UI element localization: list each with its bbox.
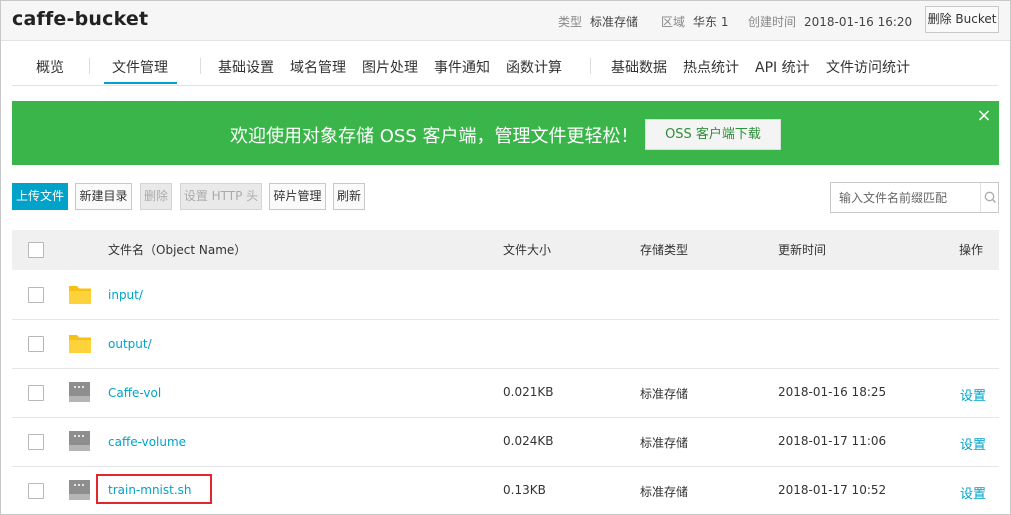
type-value: 标准存储: [590, 15, 639, 29]
updated-time: 2018-01-17 11:06: [778, 434, 887, 448]
active-tab-indicator: [104, 82, 177, 84]
tab-divider: [590, 58, 591, 74]
settings-link[interactable]: 设置: [960, 434, 986, 453]
settings-link[interactable]: 设置: [960, 385, 986, 404]
tab-image-processing[interactable]: 图片处理: [362, 57, 418, 77]
delete-bucket-button[interactable]: 删除 Bucket: [925, 6, 999, 33]
banner-text: 欢迎使用对象存储 OSS 客户端，管理文件更轻松！: [230, 126, 639, 147]
file-name-link[interactable]: caffe-volume: [108, 435, 186, 449]
file-icon: [68, 381, 92, 403]
bucket-type: 类型 标准存储: [558, 13, 638, 30]
client-promo-banner: 欢迎使用对象存储 OSS 客户端，管理文件更轻松！ OSS 客户端下载 ×: [12, 101, 999, 165]
table-row: caffe-volume 0.024KB 标准存储 2018-01-17 11:…: [12, 418, 999, 467]
set-http-header-button[interactable]: 设置 HTTP 头: [180, 183, 262, 210]
row-checkbox[interactable]: [28, 287, 44, 303]
search-icon: [984, 191, 996, 203]
header-bar: caffe-bucket 类型 标准存储 区域 华东 1 创建时间 2018-01-1…: [1, 1, 1010, 41]
folder-icon: [68, 332, 92, 354]
delete-button[interactable]: 删除: [140, 183, 172, 210]
search-input[interactable]: [831, 183, 979, 212]
column-header-size: 文件大小: [503, 243, 552, 257]
file-name-link[interactable]: output/: [108, 337, 152, 351]
tab-event-notification[interactable]: 事件通知: [434, 57, 490, 77]
folder-icon: [68, 283, 92, 305]
new-directory-button[interactable]: 新建目录: [75, 183, 132, 210]
row-checkbox[interactable]: [28, 385, 44, 401]
search-button[interactable]: [980, 183, 998, 212]
tab-file-management[interactable]: 文件管理: [112, 57, 168, 77]
tab-overview[interactable]: 概览: [36, 57, 64, 77]
tab-api-stats[interactable]: API 统计: [755, 57, 810, 77]
close-icon[interactable]: ×: [975, 107, 993, 125]
updated-time: 2018-01-17 10:52: [778, 483, 887, 497]
bucket-created: 创建时间 2018-01-16 16:20: [748, 13, 912, 30]
storage-class: 标准存储: [640, 485, 689, 499]
table-row: input/: [12, 271, 999, 320]
column-header-updated: 更新时间: [778, 243, 827, 257]
storage-class: 标准存储: [640, 436, 689, 450]
created-label: 创建时间: [748, 15, 797, 29]
file-icon: [68, 430, 92, 452]
tab-domain-management[interactable]: 域名管理: [290, 57, 346, 77]
file-name-link[interactable]: train-mnist.sh: [108, 483, 192, 497]
table-row: train-mnist.sh 0.13KB 标准存储 2018-01-17 10…: [12, 467, 999, 515]
row-checkbox[interactable]: [28, 483, 44, 499]
file-name-link[interactable]: input/: [108, 288, 143, 302]
file-size: 0.021KB: [503, 385, 554, 399]
tab-basic-settings[interactable]: 基础设置: [218, 57, 274, 77]
file-icon: [68, 479, 92, 501]
bucket-name: caffe-bucket: [12, 8, 149, 30]
tab-hotspot-stats[interactable]: 热点统计: [683, 57, 739, 77]
tab-file-access-stats[interactable]: 文件访问统计: [826, 57, 910, 77]
type-label: 类型: [558, 15, 583, 29]
bucket-region: 区域 华东 1: [661, 13, 728, 30]
select-all-checkbox[interactable]: [28, 242, 44, 258]
upload-file-button[interactable]: 上传文件: [12, 183, 68, 210]
tab-bar: 概览 文件管理 基础设置 域名管理 图片处理 事件通知 函数计算 基础数据 热点…: [12, 42, 998, 86]
row-checkbox[interactable]: [28, 336, 44, 352]
created-value: 2018-01-16 16:20: [804, 15, 913, 29]
updated-time: 2018-01-16 18:25: [778, 385, 887, 399]
table-row: output/: [12, 320, 999, 369]
file-table-header: 文件名（Object Name） 文件大小 存储类型 更新时间 操作: [12, 230, 999, 270]
refresh-button[interactable]: 刷新: [333, 183, 365, 210]
fragment-management-button[interactable]: 碎片管理: [269, 183, 326, 210]
tab-function-compute[interactable]: 函数计算: [506, 57, 562, 77]
column-header-storage: 存储类型: [640, 243, 689, 257]
tab-divider: [89, 58, 90, 74]
column-header-actions: 操作: [959, 243, 984, 257]
search-box: [830, 182, 999, 213]
region-label: 区域: [661, 15, 686, 29]
file-size: 0.024KB: [503, 434, 554, 448]
file-size: 0.13KB: [503, 483, 546, 497]
row-checkbox[interactable]: [28, 434, 44, 450]
storage-class: 标准存储: [640, 387, 689, 401]
tab-basic-data[interactable]: 基础数据: [611, 57, 667, 77]
settings-link[interactable]: 设置: [960, 483, 986, 502]
download-client-button[interactable]: OSS 客户端下载: [645, 119, 781, 150]
column-header-name: 文件名（Object Name）: [108, 243, 247, 257]
file-name-link[interactable]: Caffe-vol: [108, 386, 161, 400]
table-row: Caffe-vol 0.021KB 标准存储 2018-01-16 18:25 …: [12, 369, 999, 418]
tab-divider: [200, 58, 201, 74]
region-value: 华东 1: [693, 15, 729, 29]
